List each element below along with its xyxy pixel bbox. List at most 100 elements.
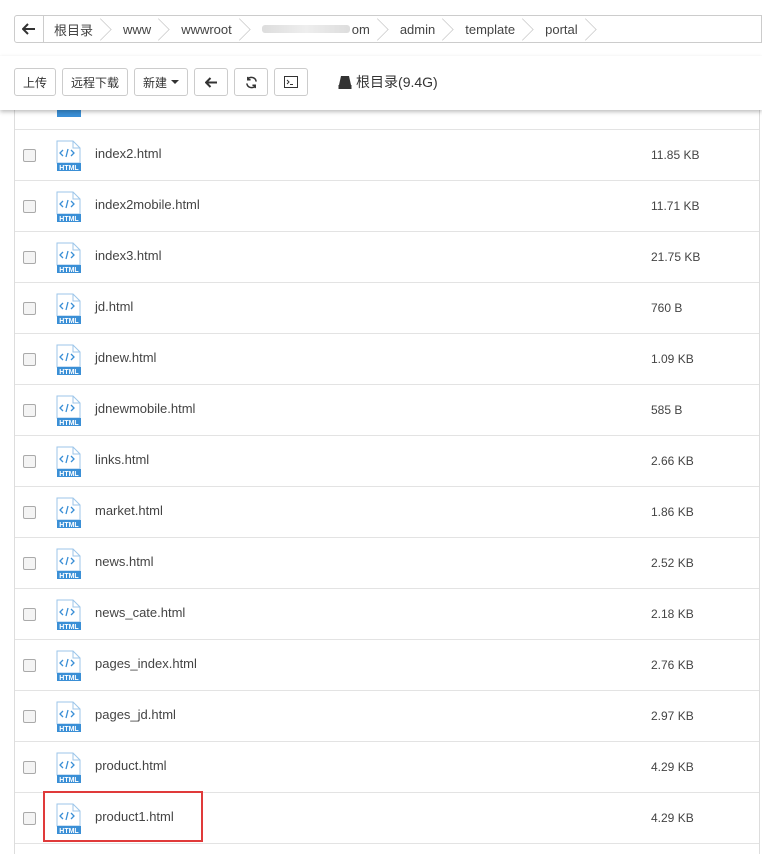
table-row[interactable]: HTML links.html 2.66 KB [15,436,759,487]
remote-download-button[interactable]: 远程下载 [62,68,129,96]
html-file-icon: HTML [56,344,81,376]
new-dropdown-button[interactable]: 新建 [134,68,189,96]
caret-down-icon [171,80,180,84]
breadcrumb-label: wwwroot [181,21,232,37]
terminal-button[interactable] [274,68,309,96]
row-checkbox[interactable] [23,812,36,825]
file-size: 1.09 KB [651,352,694,366]
file-list: HTML index2.html 11.85 KB HTML index2mobile.… [14,100,760,854]
html-file-icon: HTML [56,650,81,682]
file-name[interactable]: index2.html [95,146,161,161]
file-name[interactable]: product1.html [95,809,174,824]
file-size: 760 B [651,301,683,315]
table-row[interactable]: HTML index2.html 11.85 KB [15,130,759,181]
breadcrumb-domain[interactable]: om [252,16,382,42]
row-checkbox[interactable] [23,761,36,774]
file-size: 1.86 KB [651,505,694,519]
breadcrumb-label: portal [545,21,578,37]
row-checkbox[interactable] [23,353,36,366]
file-size: 11.85 KB [651,148,700,162]
breadcrumb-label: www [123,21,152,37]
file-name[interactable]: news.html [95,554,154,569]
file-name[interactable]: jd.html [95,299,133,314]
refresh-button[interactable] [234,68,269,96]
table-row[interactable]: HTML product.html 4.29 KB [15,742,759,793]
html-file-icon: HTML [56,242,81,274]
html-file-icon: HTML [56,140,81,172]
table-row[interactable]: HTML index3.html 21.75 KB [15,232,759,283]
row-checkbox[interactable] [23,506,36,519]
file-type-label: HTML [59,675,79,682]
table-row[interactable]: HTML news_cate.html 2.18 KB [15,589,759,640]
html-file-icon: HTML [56,446,81,478]
row-checkbox[interactable] [23,659,36,672]
file-name[interactable]: news_cate.html [95,605,185,620]
breadcrumb-wwwroot[interactable]: wwwroot [171,16,244,42]
breadcrumb-label: template [465,21,516,37]
html-file-icon: HTML [56,803,81,835]
breadcrumb-admin[interactable]: admin [390,16,447,42]
file-type-label: HTML [59,165,79,172]
file-size: 585 B [651,403,683,417]
breadcrumb-template[interactable]: template [455,16,527,42]
file-name[interactable]: pages_jd.html [95,707,176,722]
file-type-label: HTML [59,726,79,733]
html-file-icon: HTML [56,752,81,784]
file-type-label: HTML [59,828,79,835]
file-name[interactable]: jdnew.html [95,350,156,365]
file-name[interactable]: jdnewmobile.html [95,401,195,416]
html-file-icon: HTML [56,701,81,733]
file-size: 4.29 KB [651,760,694,774]
row-checkbox[interactable] [23,710,36,723]
breadcrumb-portal[interactable]: portal [535,16,590,42]
table-row[interactable]: HTML news.html 2.52 KB [15,538,759,589]
file-type-label: HTML [59,777,79,784]
row-checkbox[interactable] [23,302,36,315]
terminal-icon [284,76,299,88]
file-size: 2.18 KB [651,607,694,621]
row-checkbox[interactable] [23,200,36,213]
table-row[interactable]: HTML jd.html 760 B [15,283,759,334]
file-size: 2.52 KB [651,556,694,570]
upload-button[interactable]: 上传 [14,68,57,96]
arrow-left-icon [22,23,35,35]
arrow-left-icon [204,76,217,88]
html-file-icon: HTML [56,548,81,580]
breadcrumb-root[interactable]: 根目录 [44,16,105,42]
file-name[interactable]: links.html [95,452,149,467]
file-manager: 根目录 www wwwroot om admin template portal… [0,0,762,854]
file-type-label: HTML [59,318,79,325]
file-type-label: HTML [59,420,79,427]
file-type-label: HTML [59,267,79,274]
file-type-label: HTML [59,522,79,529]
table-row[interactable]: HTML product1.html 4.29 KB [15,793,759,844]
file-name[interactable]: pages_index.html [95,656,197,671]
file-name[interactable]: product.html [95,758,167,773]
table-row[interactable]: HTML market.html 1.86 KB [15,487,759,538]
file-type-label: HTML [59,216,79,223]
refresh-icon [245,76,257,88]
row-checkbox[interactable] [23,557,36,570]
breadcrumb-label: 根目录 [54,22,94,38]
back-button[interactable] [14,15,44,43]
table-row[interactable]: HTML pages_jd.html 2.97 KB [15,691,759,742]
table-row[interactable]: HTML index2mobile.html 11.71 KB [15,181,759,232]
row-checkbox[interactable] [23,404,36,417]
file-size: 4.29 KB [651,811,694,825]
row-checkbox[interactable] [23,608,36,621]
go-back-button[interactable] [194,68,229,96]
file-name[interactable]: index3.html [95,248,161,263]
row-checkbox[interactable] [23,149,36,162]
table-row[interactable]: HTML jdnewmobile.html 585 B [15,385,759,436]
breadcrumb: 根目录 www wwwroot om admin template portal [14,15,762,45]
table-row[interactable]: HTML pages_index.html 2.76 KB [15,640,759,691]
row-checkbox[interactable] [23,455,36,468]
file-name[interactable]: index2mobile.html [95,197,200,212]
html-file-icon: HTML [56,395,81,427]
breadcrumb-www[interactable]: www [113,16,163,42]
file-name[interactable]: market.html [95,503,163,518]
table-row[interactable]: HTML jdnew.html 1.09 KB [15,334,759,385]
row-checkbox[interactable] [23,251,36,264]
file-type-label: HTML [59,369,79,376]
disk-info[interactable]: 根目录(9.4G) [338,72,438,92]
